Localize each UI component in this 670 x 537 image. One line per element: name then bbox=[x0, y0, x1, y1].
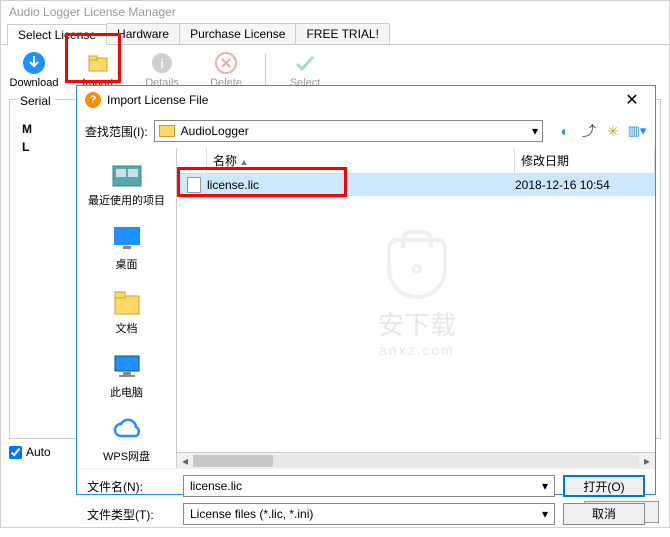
scroll-thumb[interactable] bbox=[193, 455, 273, 467]
back-icon[interactable]: ◐ bbox=[555, 121, 575, 141]
tab-hardware[interactable]: Hardware bbox=[106, 23, 180, 44]
main-tabs: Select License Hardware Purchase License… bbox=[1, 23, 669, 45]
tab-select-license[interactable]: Select License bbox=[7, 24, 107, 45]
dialog-titlebar: Import License File ✕ bbox=[77, 86, 655, 114]
filename-input[interactable]: license.lic ▾ bbox=[183, 475, 555, 497]
open-button[interactable]: 打开(O) bbox=[563, 475, 645, 497]
files-header: 名称 修改日期 bbox=[177, 148, 655, 174]
recent-icon bbox=[111, 158, 143, 190]
cloud-icon bbox=[111, 414, 143, 446]
new-folder-icon[interactable]: ✳ bbox=[603, 121, 623, 141]
file-name: license.lic bbox=[207, 178, 515, 192]
tab-purchase[interactable]: Purchase License bbox=[179, 23, 296, 44]
computer-icon bbox=[111, 350, 143, 382]
col-date[interactable]: 修改日期 bbox=[515, 148, 655, 173]
scroll-right-icon[interactable]: ▸ bbox=[639, 454, 655, 468]
file-icon bbox=[187, 177, 201, 193]
lookin-folder: AudioLogger bbox=[181, 124, 249, 138]
window-title: Audio Logger License Manager bbox=[1, 1, 669, 23]
lookin-label: 查找范围(I): bbox=[85, 123, 148, 140]
auto-checkbox[interactable] bbox=[9, 446, 22, 459]
dialog-bottom: 文件名(N): license.lic ▾ 打开(O) 文件类型(T): Lic… bbox=[77, 468, 655, 537]
dialog-body: 最近使用的项目 桌面 文档 此电脑 WPS网盘 名称 bbox=[77, 148, 655, 468]
chevron-down-icon: ▾ bbox=[532, 124, 538, 138]
place-documents[interactable]: 文档 bbox=[77, 282, 176, 340]
dialog-cancel-button[interactable]: 取消 bbox=[563, 503, 645, 525]
info-icon: i bbox=[150, 51, 174, 75]
filetype-label: 文件类型(T): bbox=[87, 506, 175, 523]
delete-icon bbox=[214, 51, 238, 75]
download-icon bbox=[22, 51, 46, 75]
serial-legend: Serial bbox=[16, 94, 55, 108]
download-button[interactable]: Download bbox=[9, 51, 59, 89]
file-row[interactable]: license.lic 2018-12-16 10:54 bbox=[177, 174, 655, 196]
scroll-left-icon[interactable]: ◂ bbox=[177, 454, 193, 468]
import-license-dialog: Import License File ✕ 查找范围(I): AudioLogg… bbox=[76, 85, 656, 495]
lookin-row: 查找范围(I): AudioLogger ▾ ◐ ⤴ ✳ ▥▾ bbox=[77, 114, 655, 148]
toolbar-separator bbox=[265, 53, 266, 87]
documents-icon bbox=[111, 286, 143, 318]
tab-free-trial[interactable]: FREE TRIAL! bbox=[295, 23, 389, 44]
import-icon bbox=[86, 51, 110, 75]
check-icon bbox=[293, 51, 317, 75]
col-spacer[interactable] bbox=[177, 148, 207, 173]
col-name[interactable]: 名称 bbox=[207, 148, 515, 173]
files-area: 名称 修改日期 license.lic 2018-12-16 10:54 安下载… bbox=[177, 148, 655, 468]
filename-label: 文件名(N): bbox=[87, 478, 175, 495]
places-bar: 最近使用的项目 桌面 文档 此电脑 WPS网盘 bbox=[77, 148, 177, 468]
horizontal-scrollbar[interactable]: ◂ ▸ bbox=[177, 452, 655, 468]
files-empty-space[interactable] bbox=[177, 196, 655, 452]
import-button[interactable]: Import bbox=[73, 51, 123, 89]
select-button[interactable]: Select bbox=[280, 51, 330, 89]
file-date: 2018-12-16 10:54 bbox=[515, 178, 655, 192]
place-wps[interactable]: WPS网盘 bbox=[77, 410, 176, 468]
dialog-title: Import License File bbox=[107, 93, 208, 107]
place-computer[interactable]: 此电脑 bbox=[77, 346, 176, 404]
filetype-combo[interactable]: License files (*.lic, *.ini) ▾ bbox=[183, 503, 555, 525]
up-icon[interactable]: ⤴ bbox=[579, 121, 599, 141]
folder-icon bbox=[159, 125, 175, 137]
place-recent[interactable]: 最近使用的项目 bbox=[77, 154, 176, 212]
details-button[interactable]: i Details bbox=[137, 51, 187, 89]
close-button[interactable]: ✕ bbox=[617, 90, 647, 110]
scroll-track[interactable] bbox=[193, 455, 639, 467]
lookin-combo[interactable]: AudioLogger ▾ bbox=[154, 120, 543, 142]
desktop-icon bbox=[111, 222, 143, 254]
auto-label: Auto bbox=[26, 445, 51, 459]
chevron-down-icon[interactable]: ▾ bbox=[542, 479, 548, 493]
svg-text:i: i bbox=[160, 57, 163, 71]
dialog-icon bbox=[85, 92, 101, 108]
nav-icons: ◐ ⤴ ✳ ▥▾ bbox=[549, 121, 647, 141]
delete-button[interactable]: Delete bbox=[201, 51, 251, 89]
view-menu-icon[interactable]: ▥▾ bbox=[627, 121, 647, 141]
chevron-down-icon[interactable]: ▾ bbox=[542, 507, 548, 521]
place-desktop[interactable]: 桌面 bbox=[77, 218, 176, 276]
